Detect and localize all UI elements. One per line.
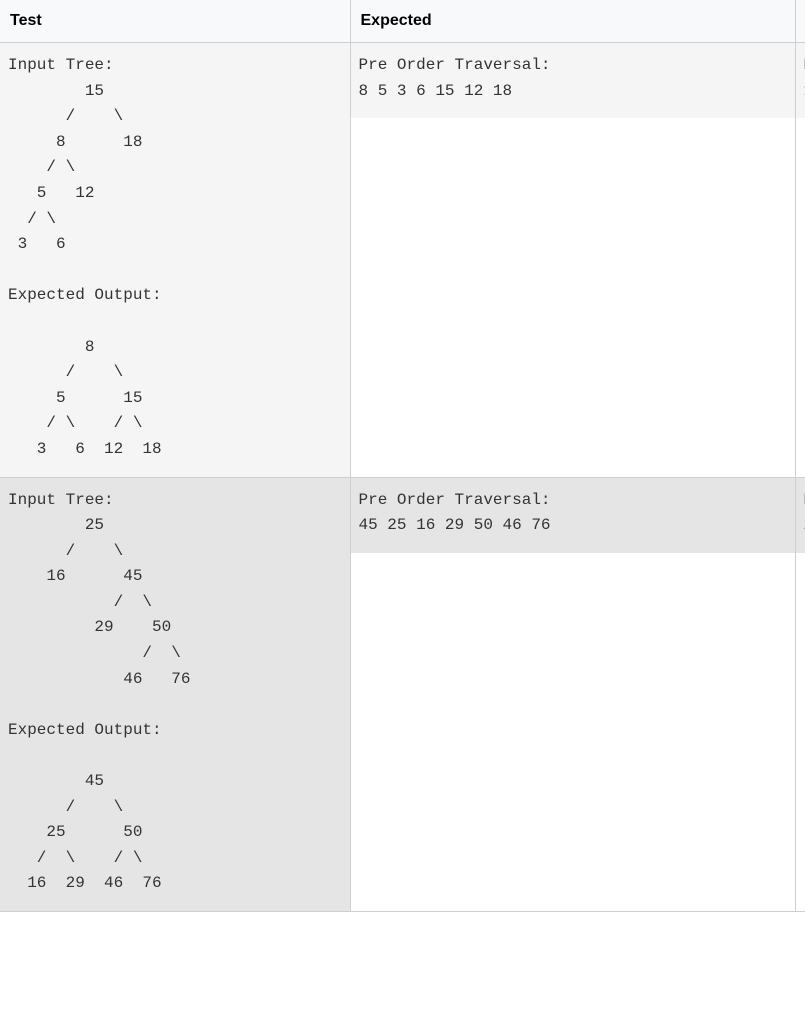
expected-content: Pre Order Traversal: 45 25 16 29 50 46 7…	[351, 478, 795, 553]
cell-got: P 2	[795, 477, 805, 912]
table-row: Input Tree: 15 / \ 8 18 / \ 5 12 / \ 3 6…	[0, 43, 805, 478]
got-content: P 1	[796, 43, 805, 118]
got-content: P 2	[796, 478, 805, 553]
test-content: Input Tree: 25 / \ 16 45 / \ 29 50 / \ 4…	[0, 478, 350, 912]
expected-content: Pre Order Traversal: 8 5 3 6 15 12 18	[351, 43, 795, 118]
table-header-row: Test Expected G	[0, 0, 805, 43]
cell-expected: Pre Order Traversal: 45 25 16 29 50 46 7…	[350, 477, 795, 912]
header-test: Test	[0, 0, 350, 43]
cell-test: Input Tree: 15 / \ 8 18 / \ 5 12 / \ 3 6…	[0, 43, 350, 478]
cell-expected: Pre Order Traversal: 8 5 3 6 15 12 18	[350, 43, 795, 478]
cell-got: P 1	[795, 43, 805, 478]
test-content: Input Tree: 15 / \ 8 18 / \ 5 12 / \ 3 6…	[0, 43, 350, 477]
table-row: Input Tree: 25 / \ 16 45 / \ 29 50 / \ 4…	[0, 477, 805, 912]
cell-test: Input Tree: 25 / \ 16 45 / \ 29 50 / \ 4…	[0, 477, 350, 912]
header-expected: Expected	[350, 0, 795, 43]
header-got: G	[795, 0, 805, 43]
results-table: Test Expected G Input Tree: 15 / \ 8 18 …	[0, 0, 805, 912]
